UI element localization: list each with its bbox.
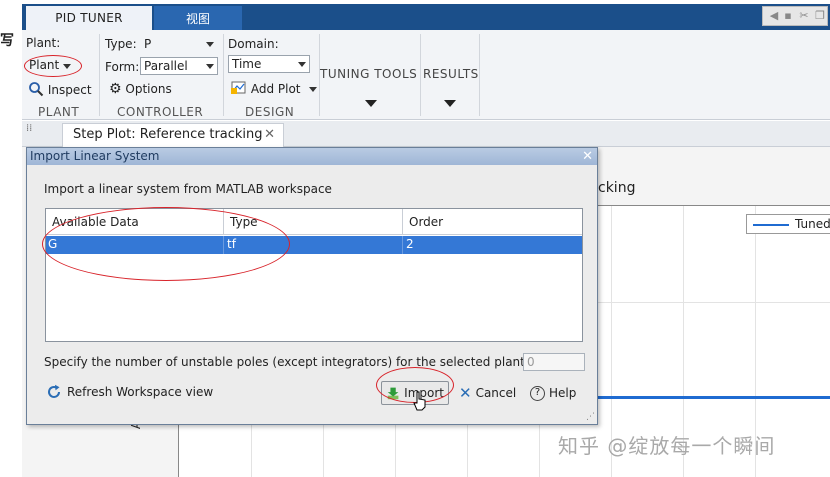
cell-order: 2	[406, 237, 414, 251]
domain-value: Time	[232, 57, 262, 71]
group-label-plant: PLANT	[38, 105, 80, 119]
ribbon: Plant: Plant Inspect PLANT Type: P Form:…	[22, 30, 830, 120]
type-label: Type:	[105, 37, 137, 51]
domain-label: Domain:	[228, 37, 279, 51]
copy-icon[interactable]: ❐	[813, 9, 827, 23]
tuned-response-line	[598, 396, 830, 399]
results-button[interactable]: RESULTS	[423, 67, 479, 81]
refresh-icon	[48, 384, 60, 398]
unstable-poles-input[interactable]: 0	[523, 353, 585, 371]
help-button[interactable]: ? Help	[526, 381, 582, 405]
domain-select[interactable]: Time	[228, 55, 310, 73]
back-icon[interactable]: ◀	[767, 9, 781, 23]
plant-label: Plant:	[26, 36, 61, 50]
add-plot-icon	[231, 81, 246, 94]
dialog-title: Import Linear System	[30, 149, 160, 163]
tab-view[interactable]: 视图	[154, 6, 242, 30]
form-label: Form:	[105, 60, 140, 74]
annotation-circle	[42, 207, 290, 281]
background-window-glyph: 写	[0, 33, 14, 49]
tab-step-plot-label: Step Plot: Reference tracking	[73, 127, 263, 142]
watermark: 知乎 @绽放每一个瞬间	[558, 434, 776, 458]
magnifier-icon	[29, 82, 44, 97]
chevron-down-icon	[365, 100, 377, 107]
help-label: Help	[549, 386, 577, 400]
form-select[interactable]: Parallel	[140, 57, 218, 75]
tab-step-plot[interactable]: Step Plot: Reference tracking ✕	[62, 123, 284, 147]
close-icon[interactable]: ✕	[582, 148, 593, 165]
chevron-down-icon	[309, 87, 317, 92]
form-value: Parallel	[144, 59, 188, 73]
dialog-title-bar[interactable]: Import Linear System ✕	[27, 148, 597, 165]
tuning-tools-button[interactable]: TUNING TOOLS	[320, 67, 417, 81]
add-plot-button[interactable]: Add Plot	[231, 81, 317, 96]
refresh-workspace-link[interactable]: Refresh Workspace view	[46, 384, 213, 400]
unstable-poles-label: Specify the number of unstable poles (ex…	[44, 355, 529, 369]
annotation-circle	[24, 55, 82, 77]
chevron-down-icon	[206, 64, 214, 69]
chevron-down-icon	[206, 42, 214, 47]
close-icon[interactable]: ✕	[264, 124, 275, 146]
help-icon: ?	[530, 385, 545, 401]
plot-title-fragment: cking	[598, 180, 636, 196]
cancel-button[interactable]: ✕ Cancel	[455, 381, 521, 405]
tab-pid-tuner[interactable]: PID TUNER	[26, 6, 152, 30]
dialog-heading: Import a linear system from MATLAB works…	[44, 182, 332, 196]
grip-icon[interactable]: ⁞⁞	[26, 124, 36, 144]
options-label: Options	[125, 82, 172, 96]
quick-access-toolbar: ◀ ▪ ✂ ❐	[762, 6, 828, 26]
column-header-order[interactable]: Order	[409, 215, 443, 229]
gear-icon: ⚙	[109, 81, 122, 97]
chevron-down-icon	[298, 62, 306, 67]
cancel-label: Cancel	[475, 386, 517, 400]
refresh-label: Refresh Workspace view	[67, 385, 214, 399]
legend-entry-tuned: Tuned	[795, 217, 830, 231]
plot-legend[interactable]: Tuned	[746, 214, 830, 234]
group-label-design: DESIGN	[245, 105, 295, 119]
save-icon[interactable]: ▪	[781, 9, 795, 23]
legend-swatch	[753, 224, 789, 226]
cancel-icon: ✕	[459, 384, 472, 402]
type-value: P	[144, 37, 152, 51]
options-button[interactable]: ⚙ Options	[109, 81, 172, 97]
mouse-cursor-icon	[413, 391, 426, 411]
inspect-button[interactable]: Inspect	[28, 81, 92, 97]
group-label-controller: CONTROLLER	[117, 105, 204, 119]
chevron-down-icon	[444, 100, 456, 107]
resize-grip-icon[interactable]: ⋰	[586, 412, 595, 422]
inspect-label: Inspect	[47, 83, 92, 97]
add-plot-label: Add Plot	[250, 82, 301, 96]
type-select[interactable]: P	[140, 35, 218, 53]
cut-icon[interactable]: ✂	[797, 9, 811, 23]
